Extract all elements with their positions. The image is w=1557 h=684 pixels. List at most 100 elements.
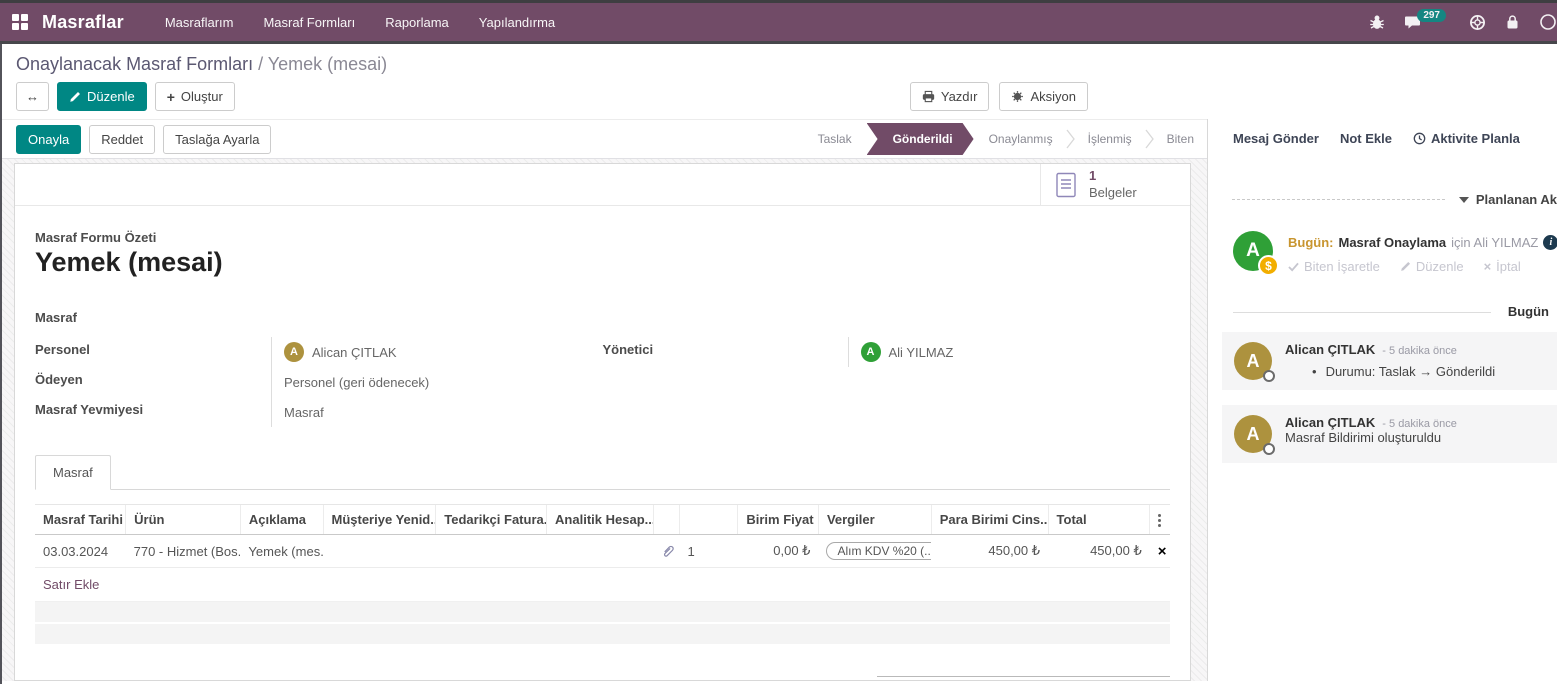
field-value-yonetici[interactable]: A Ali YILMAZ <box>848 337 1171 367</box>
cell-customer-reinvoice <box>323 535 436 568</box>
expand-breadcrumb-button[interactable]: ↔ <box>16 82 49 111</box>
cell-vendor-bill <box>436 535 547 568</box>
app-title[interactable]: Masraflar <box>42 12 124 33</box>
check-icon <box>1288 262 1299 272</box>
cell-date: 03.03.2024 <box>35 535 126 568</box>
col-header-analytic-account[interactable]: Analitik Hesap... <box>547 505 654 535</box>
documents-count: 1 <box>1089 168 1096 184</box>
col-header-quantity <box>679 505 737 535</box>
col-header-product[interactable]: Ürün <box>126 505 241 535</box>
status-step-islenmis[interactable]: İşlenmiş <box>1075 132 1145 146</box>
expense-lines-table: Masraf Tarihi Ürün Açıklama Müşteriye Ye… <box>35 504 1170 568</box>
field-row-odeyen: Ödeyen Personel (geri ödenecek) <box>35 367 603 397</box>
col-header-vendor-bill[interactable]: Tedarikçi Fatura... <box>436 505 547 535</box>
workspace: Onayla Reddet Taslağa Ayarla Taslak Gönd… <box>0 119 1557 681</box>
schedule-activity-tab[interactable]: Aktivite Planla <box>1413 131 1520 146</box>
chevron-right-icon <box>1145 126 1154 152</box>
delete-row-icon[interactable]: × <box>1158 543 1167 560</box>
form-view-column: Onayla Reddet Taslağa Ayarla Taslak Gönd… <box>0 119 1207 681</box>
mark-done-link[interactable]: Biten İşaretle <box>1288 259 1380 274</box>
log-note-tab[interactable]: Not Ekle <box>1340 131 1392 146</box>
tax-tag: Alım KDV %20 (... <box>826 542 931 560</box>
bullet-icon: • <box>1312 364 1317 379</box>
nav-item-yapilandirma[interactable]: Yapılandırma <box>464 3 570 41</box>
field-label: Ödeyen <box>35 367 271 397</box>
print-button[interactable]: Yazdır <box>910 82 990 111</box>
lock-icon[interactable] <box>1505 14 1520 30</box>
message-body: Masraf Bildirimi oluşturuldu <box>1285 430 1441 445</box>
apps-menu-icon[interactable] <box>12 14 28 30</box>
col-header-total[interactable]: Total <box>1048 505 1150 535</box>
paperclip-icon <box>661 544 671 558</box>
message-author: Alican ÇITLAK <box>1285 415 1375 430</box>
col-header-taxes[interactable]: Vergiler <box>818 505 931 535</box>
field-group-left: Personel A Alican ÇITLAK Ödeyen Personel… <box>35 337 603 427</box>
field-groups: Personel A Alican ÇITLAK Ödeyen Personel… <box>35 337 1170 427</box>
set-draft-button[interactable]: Taslağa Ayarla <box>163 125 271 154</box>
field-value-personel[interactable]: A Alican ÇITLAK <box>271 337 603 367</box>
send-message-tab[interactable]: Mesaj Gönder <box>1233 131 1319 146</box>
breadcrumb: Onaylanacak Masraf Formları / Yemek (mes… <box>0 44 1557 75</box>
cell-taxes: Alım KDV %20 (... <box>818 535 931 568</box>
col-header-unit-price[interactable]: Birim Fiyat <box>738 505 819 535</box>
plus-icon: + <box>167 92 175 102</box>
navbar-systray: 297 <box>1369 13 1547 31</box>
field-value-yevmiyesi[interactable]: Masraf <box>271 397 603 427</box>
field-value-odeyen[interactable]: Personel (geri ödenecek) <box>271 367 603 397</box>
action-button[interactable]: Aksiyon <box>999 82 1088 111</box>
refuse-button[interactable]: Reddet <box>89 125 155 154</box>
col-header-options[interactable] <box>1150 505 1170 535</box>
col-header-description[interactable]: Açıklama <box>240 505 323 535</box>
tracking-text: Durumu: Taslak → Gönderildi <box>1326 364 1496 379</box>
status-step-onaylanmis[interactable]: Onaylanmış <box>976 132 1066 146</box>
info-icon[interactable]: i <box>1543 235 1557 250</box>
nav-item-raporlama[interactable]: Raporlama <box>370 3 464 41</box>
user-icon[interactable] <box>1539 13 1557 31</box>
cell-analytic <box>547 535 654 568</box>
message-author: Alican ÇITLAK <box>1285 342 1375 357</box>
activity-item: A $ Bugün: Masraf Onaylama için Ali YILM… <box>1208 231 1557 274</box>
status-step-gonderildi-active[interactable]: Gönderildi <box>867 123 974 155</box>
cell-total: 450,00 ₺ <box>1048 535 1150 568</box>
date-separator: Bugün <box>1233 304 1549 320</box>
col-header-customer-reinvoice[interactable]: Müşteriye Yenid... <box>323 505 436 535</box>
create-button[interactable]: + Oluştur <box>155 82 235 111</box>
col-header-currency-amount[interactable]: Para Birimi Cins... <box>931 505 1048 535</box>
cancel-activity-link[interactable]: × İptal <box>1484 259 1521 274</box>
status-step-biten[interactable]: Biten <box>1154 132 1207 146</box>
approve-button[interactable]: Onayla <box>16 125 81 154</box>
message-content: Alican ÇITLAK - 5 dakika önce Masraf Bil… <box>1285 415 1457 453</box>
status-step-taslak[interactable]: Taslak <box>805 132 865 146</box>
tab-masraf[interactable]: Masraf <box>35 455 111 490</box>
messages-icon[interactable]: 297 <box>1404 14 1450 30</box>
message-count-badge: 297 <box>1417 9 1446 22</box>
presence-icon <box>1263 370 1275 382</box>
edit-button[interactable]: Düzenle <box>57 82 147 111</box>
documents-stat-button[interactable]: 1 Belgeler <box>1040 164 1190 205</box>
form-body: Masraf Formu Özeti Yemek (mesai) Masraf … <box>15 206 1190 681</box>
edit-activity-link[interactable]: Düzenle <box>1400 259 1464 274</box>
planned-activities-header[interactable]: Planlanan Ak <box>1208 192 1557 207</box>
form-view-content: 1 Belgeler Masraf Formu Özeti Yemek (mes… <box>0 159 1207 681</box>
kebab-icon[interactable] <box>1158 514 1161 527</box>
empty-list-stripe <box>35 624 1170 646</box>
documents-label: Belgeler <box>1089 185 1137 201</box>
bug-icon[interactable] <box>1369 14 1385 30</box>
expense-line-row[interactable]: 03.03.2024 770 - Hizmet (Bos... Yemek (m… <box>35 535 1170 568</box>
nav-item-masraf-formlari[interactable]: Masraf Formları <box>248 3 370 41</box>
nav-item-masraflarim[interactable]: Masraflarım <box>150 3 249 41</box>
sheet-topbar: 1 Belgeler <box>15 164 1190 206</box>
cell-description: Yemek (mes... <box>240 535 323 568</box>
col-header-date[interactable]: Masraf Tarihi <box>35 505 126 535</box>
chatter-tabs: Mesaj Gönder Not Ekle Aktivite Planla <box>1208 131 1557 146</box>
field-label: Personel <box>35 337 271 367</box>
table-header-row: Masraf Tarihi Ürün Açıklama Müşteriye Ye… <box>35 505 1170 535</box>
add-line-link[interactable]: Satır Ekle <box>35 568 1170 602</box>
cell-currency-amount: 450,00 ₺ <box>931 535 1048 568</box>
activity-due-label: Bugün: <box>1288 235 1333 250</box>
activity-actions: Biten İşaretle Düzenle × İptal <box>1288 259 1557 274</box>
cell-attachment <box>653 535 679 568</box>
activity-avatar: A $ <box>1233 231 1273 271</box>
lifebuoy-icon[interactable] <box>1469 14 1486 31</box>
breadcrumb-parent-link[interactable]: Onaylanacak Masraf Formları <box>16 54 253 74</box>
